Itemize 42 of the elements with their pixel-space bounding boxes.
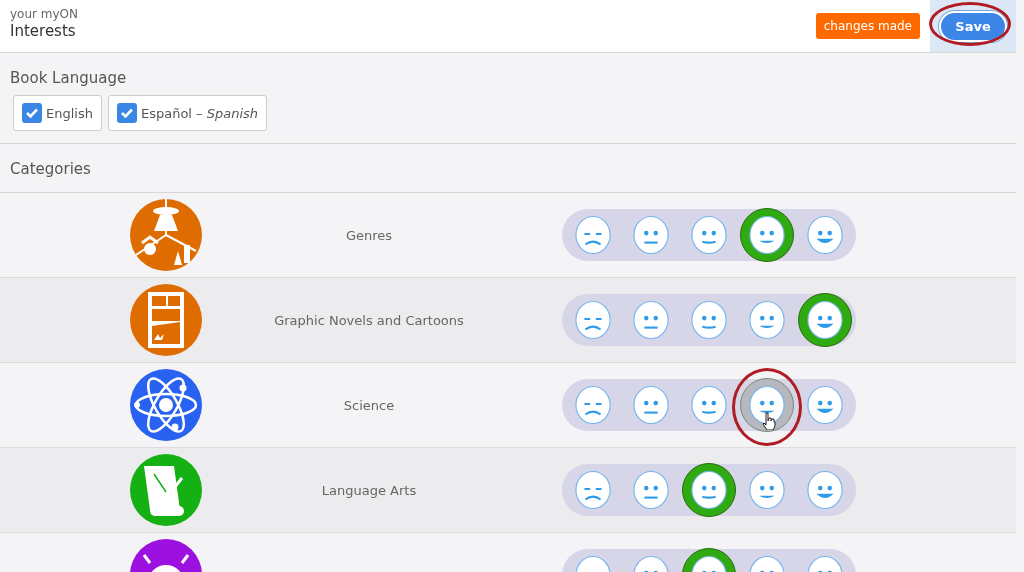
language-option[interactable]: Español – Spanish [107,95,268,131]
checkmark-icon [119,106,134,120]
face-icon [748,215,786,255]
category-name: Language Arts [320,482,418,498]
face-icon [574,470,612,510]
category-name: Genres [344,227,394,243]
option-label: English [46,105,93,121]
face-icon [806,215,844,255]
hand-cursor-icon [762,412,776,430]
checkbox[interactable] [116,103,137,123]
face-icon [806,385,844,425]
rating-face-button[interactable] [798,293,852,347]
face-icon [632,300,670,340]
option-label: Español – Spanish [140,105,259,121]
face-icon [748,300,786,340]
face-icon [632,215,670,255]
face-icon [574,215,612,255]
rating-face-button[interactable] [740,378,794,432]
category-name: Graphic Novels and Cartoons [273,312,465,328]
face-icon [632,385,670,425]
save-button[interactable]: Save [939,10,1007,42]
face-icon [806,300,844,340]
rating-face-button[interactable] [740,208,794,262]
face-icon [748,470,786,510]
checkmark-icon [25,106,39,120]
status-badge: changes made [815,13,920,39]
section-heading: Book Language [10,69,128,87]
face-icon [690,215,728,255]
face-icon [690,300,728,340]
face-icon [806,470,844,510]
page-subtitle: your myON [10,7,79,21]
page-title: Interests [10,22,77,40]
face-icon [574,300,612,340]
checkbox[interactable] [22,103,42,123]
face-icon [690,385,728,425]
rating-face-button[interactable] [682,463,736,517]
face-icon [632,470,670,510]
language-option[interactable]: English [13,95,102,131]
face-icon [690,470,728,510]
face-icon [748,385,786,425]
face-icon [574,385,612,425]
category-name: Science [342,397,396,413]
